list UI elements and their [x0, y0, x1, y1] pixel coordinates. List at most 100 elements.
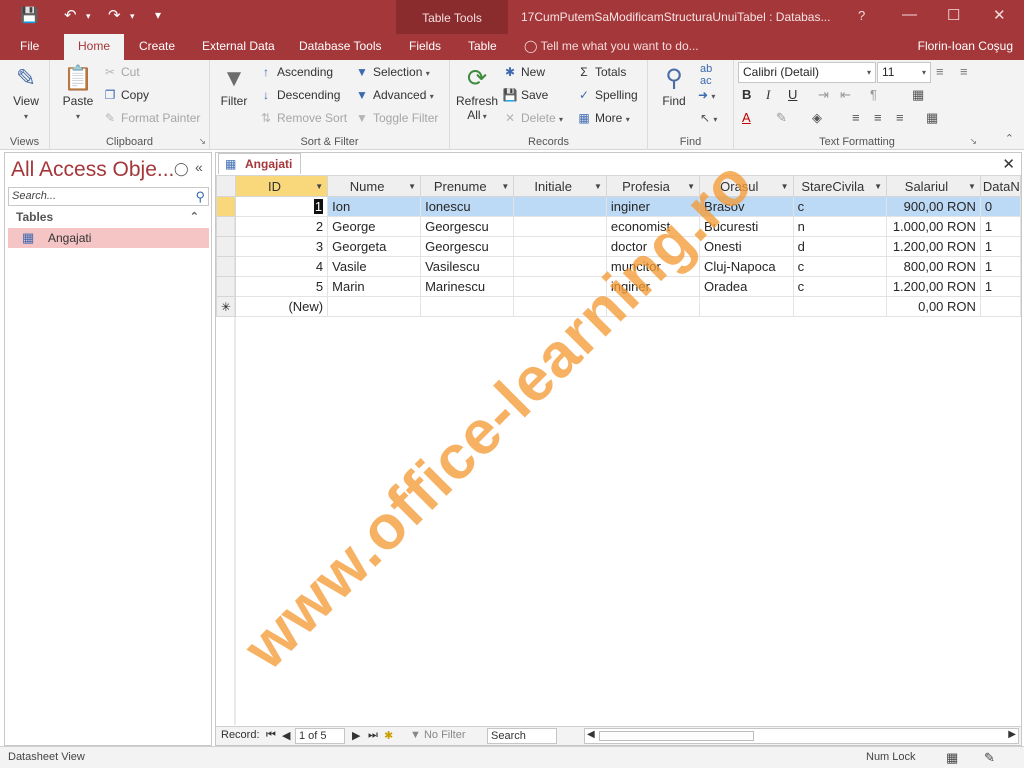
customize-toolbar-icon[interactable]: ▾ — [155, 8, 161, 22]
column-header-starecivila[interactable]: StareCivila ▼ — [792, 175, 888, 197]
totals-button[interactable]: Σ Totals — [576, 65, 626, 79]
descending-button[interactable]: ↓ Descending — [258, 88, 340, 102]
tab-table[interactable]: Table — [468, 39, 497, 53]
redo-dropdown-icon[interactable]: ▾ — [130, 11, 135, 22]
next-record-icon[interactable]: ▶ — [352, 729, 360, 742]
selection-button[interactable]: ▼ Selection ▾ — [354, 65, 430, 79]
tab-database-tools[interactable]: Database Tools — [299, 39, 382, 53]
goto-icon[interactable]: ➜ ▾ — [698, 88, 715, 102]
close-window-button[interactable]: ✕ — [993, 6, 1006, 24]
delete-record-button[interactable]: ✕ Delete ▾ — [502, 111, 563, 125]
remove-sort-button[interactable]: ⇅ Remove Sort — [258, 111, 347, 125]
column-header-initiale[interactable]: Initiale ▼ — [513, 175, 607, 197]
numbering-icon[interactable]: ≡ — [960, 64, 968, 79]
new-blank-record-icon[interactable]: ✱ — [384, 729, 393, 742]
current-record-input[interactable]: 1 of 5 — [295, 728, 345, 744]
bullets-icon[interactable]: ≡ — [936, 64, 944, 79]
bold-button[interactable]: B — [742, 87, 751, 102]
nav-pane-menu-icon[interactable]: ◯ — [174, 161, 189, 177]
align-center-icon[interactable]: ≡ — [874, 110, 882, 125]
search-icon[interactable]: ⚲ — [195, 189, 205, 205]
tab-fields[interactable]: Fields — [409, 39, 441, 53]
column-dropdown-icon[interactable]: ▼ — [781, 182, 789, 191]
design-view-icon[interactable]: ✎ — [984, 750, 995, 766]
font-name-select[interactable]: Calibri (Detail) ▾ — [738, 62, 876, 83]
nav-search-input[interactable]: Search... ⚲ — [8, 187, 209, 206]
align-right-icon[interactable]: ≡ — [896, 110, 904, 125]
scroll-right-icon[interactable]: ▶ — [1008, 729, 1016, 740]
save-record-button[interactable]: 💾 Save — [502, 88, 549, 102]
cut-button[interactable]: ✂ Cut — [102, 65, 140, 79]
select-icon[interactable]: ↖ ▾ — [700, 111, 717, 125]
column-dropdown-icon[interactable]: ▼ — [687, 182, 695, 191]
italic-button[interactable]: I — [766, 87, 770, 103]
increase-indent-icon[interactable]: ⇥ — [818, 87, 829, 103]
minimize-button[interactable]: — — [902, 6, 917, 23]
user-name[interactable]: Florin-Ioan Coşug — [918, 39, 1013, 53]
format-painter-button[interactable]: ✎ Format Painter — [102, 111, 200, 125]
column-dropdown-icon[interactable]: ▼ — [315, 182, 323, 191]
toggle-filter-button[interactable]: ▼ Toggle Filter — [354, 111, 438, 125]
record-search-input[interactable]: Search — [487, 728, 557, 744]
previous-record-icon[interactable]: ◀ — [282, 729, 290, 742]
collapse-section-icon[interactable]: ⌃ — [190, 210, 199, 223]
gridlines-icon[interactable]: ▦ — [912, 87, 924, 103]
tab-home[interactable]: Home — [64, 34, 125, 60]
nav-pane-title[interactable]: All Access Obje... — [11, 158, 174, 182]
paste-button[interactable]: 📋 Paste ▾ — [60, 64, 96, 122]
document-tab-angajati[interactable]: ▦ Angajati — [218, 153, 302, 174]
tab-file[interactable]: File — [20, 39, 39, 53]
tell-me-search[interactable]: ◯ Tell me what you want to do... — [524, 39, 699, 53]
horizontal-scrollbar[interactable]: ◀ ▶ — [584, 728, 1019, 744]
fill-color-icon[interactable]: ◈ — [812, 110, 822, 126]
alternate-row-color-icon[interactable]: ▦ — [926, 110, 938, 126]
spelling-button[interactable]: ✓ Spelling — [576, 88, 638, 102]
find-button[interactable]: ⚲ Find — [654, 64, 694, 108]
font-color-icon[interactable]: A — [742, 110, 751, 125]
collapse-ribbon-icon[interactable]: ⌃ — [1005, 132, 1014, 145]
tab-external-data[interactable]: External Data — [202, 39, 275, 53]
column-header-nume[interactable]: Nume ▼ — [327, 175, 422, 197]
column-header-orasul[interactable]: Orasul ▼ — [699, 175, 794, 197]
column-dropdown-icon[interactable]: ▼ — [874, 182, 882, 191]
first-record-icon[interactable]: ⏮ — [266, 729, 276, 742]
advanced-button[interactable]: ▼ Advanced ▾ — [354, 88, 434, 102]
nav-pane-collapse-icon[interactable]: « — [195, 159, 203, 175]
last-record-icon[interactable]: ⏭ — [368, 729, 378, 742]
column-header-profesia[interactable]: Profesia ▼ — [605, 175, 701, 197]
copy-button[interactable]: ❐ Copy — [102, 88, 149, 102]
column-header-salariul[interactable]: Salariul ▼ — [886, 175, 981, 197]
refresh-all-button[interactable]: ⟳ Refresh All ▾ — [454, 64, 500, 122]
nav-section-tables[interactable]: Tables ⌃ — [8, 209, 209, 227]
scroll-left-icon[interactable]: ◀ — [587, 729, 595, 740]
new-record-button[interactable]: ✱ New — [502, 65, 545, 79]
font-size-select[interactable]: 11 ▾ — [877, 62, 931, 83]
align-left-icon[interactable]: ≡ — [852, 110, 860, 125]
datasheet-grid[interactable]: ID ▼ Nume ▼ Prenume ▼ Initiale ▼ Profesia ▼ O… — [216, 175, 1021, 725]
scrollbar-thumb[interactable] — [599, 731, 754, 741]
decrease-indent-icon[interactable]: ⇤ — [840, 87, 851, 103]
column-header-prenume[interactable]: Prenume ▼ — [420, 175, 515, 197]
no-filter-button[interactable]: ▼ No Filter — [410, 729, 466, 741]
maximize-button[interactable]: ☐ — [947, 6, 960, 24]
redo-icon[interactable]: ↷ — [108, 6, 121, 24]
datasheet-view-icon[interactable]: ▦ — [946, 750, 958, 766]
column-dropdown-icon[interactable]: ▼ — [594, 182, 602, 191]
help-button[interactable]: ? — [858, 8, 865, 23]
view-button[interactable]: ✎ View ▾ — [8, 64, 44, 122]
close-document-icon[interactable]: ✕ — [1002, 155, 1015, 173]
nav-item-angajati[interactable]: ▦ Angajati — [8, 228, 209, 248]
ascending-button[interactable]: ↑ Ascending — [258, 65, 333, 79]
column-header-id[interactable]: ID ▼ — [234, 175, 329, 197]
more-button[interactable]: ▦ More ▾ — [576, 111, 629, 125]
underline-button[interactable]: U — [788, 87, 797, 102]
replace-icon[interactable]: ab ac — [700, 63, 712, 87]
filter-button[interactable]: ▼ Filter — [216, 64, 252, 108]
undo-dropdown-icon[interactable]: ▾ — [86, 11, 91, 22]
select-all-corner[interactable] — [216, 175, 236, 197]
tab-create[interactable]: Create — [139, 39, 175, 53]
column-dropdown-icon[interactable]: ▼ — [408, 182, 416, 191]
paragraph-direction-icon[interactable]: ¶ — [870, 87, 877, 102]
column-dropdown-icon[interactable]: ▼ — [501, 182, 509, 191]
highlight-icon[interactable]: ✎ — [776, 110, 787, 126]
